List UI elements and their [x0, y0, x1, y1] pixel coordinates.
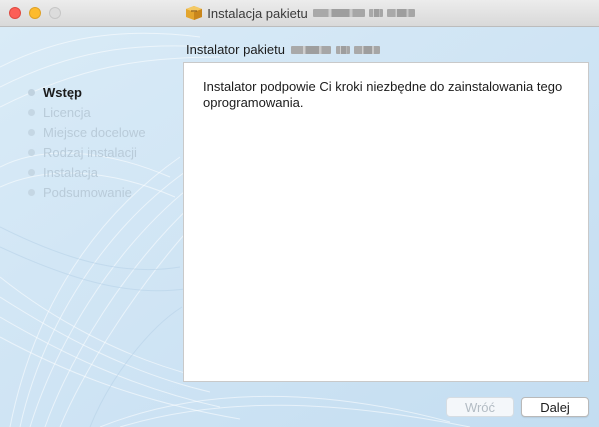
redacted-package-name-part — [336, 45, 351, 54]
window-title: Instalacja pakietu — [0, 0, 599, 26]
step-bullet-icon — [28, 108, 35, 116]
pane-header: Instalator pakietu — [186, 42, 381, 57]
step-bullet-icon — [28, 128, 35, 136]
step-label: Wstęp — [43, 84, 82, 100]
redacted-package-name — [291, 45, 332, 54]
window-title-text: Instalacja pakietu — [207, 5, 308, 21]
redacted-package-name-part — [354, 45, 381, 54]
step-label: Licencja — [43, 104, 91, 120]
step-label: Podsumowanie — [43, 184, 132, 200]
step-label: Rodzaj instalacji — [43, 144, 137, 160]
redacted-package-name-part — [386, 9, 415, 17]
installation-steps-list: Wstęp Licencja Miejsce docelowe Rodzaj i… — [28, 82, 146, 202]
step-label: Instalacja — [43, 164, 98, 180]
title-bar: Instalacja pakietu — [0, 0, 599, 27]
package-icon — [186, 6, 203, 20]
installer-window: Instalacja pakietu Wstęp Licencja Miejsc… — [0, 0, 599, 427]
redacted-package-name — [312, 9, 365, 17]
content-panel: Instalator podpowie Ci kroki niezbędne d… — [183, 62, 589, 382]
step-license: Licencja — [28, 102, 146, 122]
back-button[interactable]: Wróć — [446, 397, 514, 417]
continue-button[interactable]: Dalej — [521, 397, 589, 417]
pane-header-label: Instalator pakietu — [186, 42, 286, 57]
step-label: Miejsce docelowe — [43, 124, 146, 140]
step-installation-type: Rodzaj instalacji — [28, 142, 146, 162]
step-bullet-icon — [28, 168, 35, 176]
step-bullet-icon — [28, 148, 35, 156]
step-installation: Instalacja — [28, 162, 146, 182]
step-bullet-icon — [28, 88, 35, 96]
step-destination: Miejsce docelowe — [28, 122, 146, 142]
step-introduction: Wstęp — [28, 82, 146, 102]
redacted-package-name-part — [368, 9, 383, 17]
step-summary: Podsumowanie — [28, 182, 146, 202]
introduction-text: Instalator podpowie Ci kroki niezbędne d… — [203, 79, 563, 110]
step-bullet-icon — [28, 188, 35, 196]
